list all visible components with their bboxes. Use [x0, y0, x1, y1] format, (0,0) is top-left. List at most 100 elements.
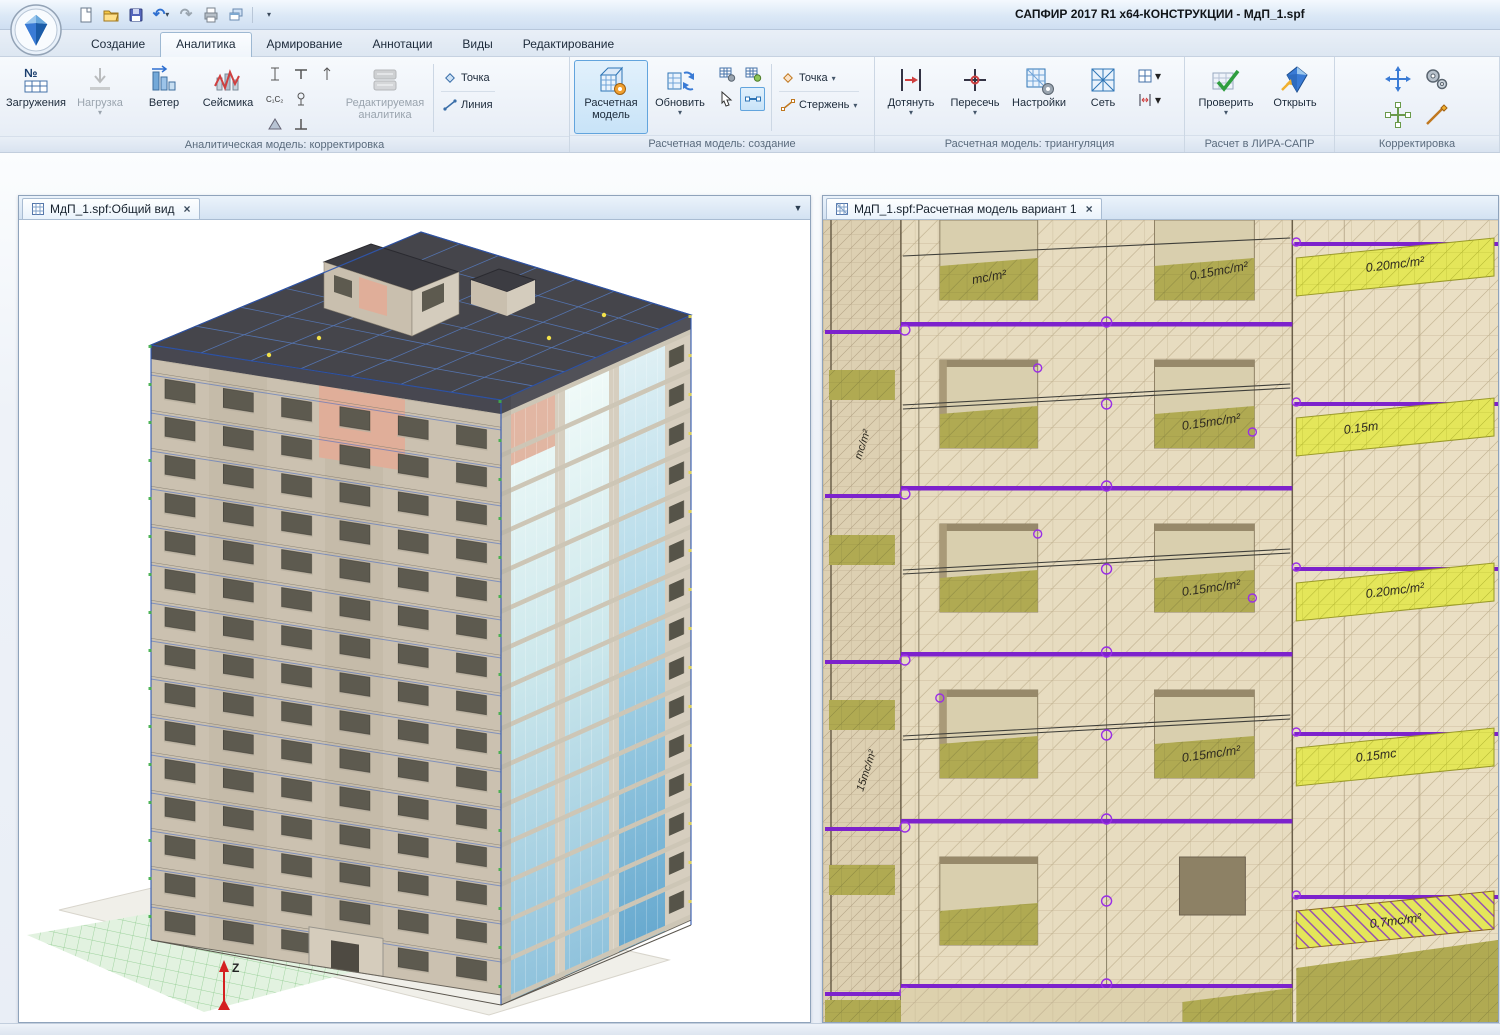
title-bar: ↶▾ ↷ ▾ САПФИР 2017 R1 x64-КОНСТРУКЦИИ - …: [0, 0, 1500, 30]
mesh-viewport[interactable]: 0.15mc/m² 0.20mc/m² 0.15mc/m² 0.15m 0.15…: [823, 220, 1498, 1022]
undo-button[interactable]: ↶▾: [149, 3, 173, 27]
move-mesh-button[interactable]: [1382, 100, 1414, 130]
mesh-grid-caret: ▾: [1155, 69, 1161, 83]
doc-close-icon[interactable]: ×: [1086, 202, 1093, 216]
mesh-grid-button[interactable]: ▾: [1137, 68, 1161, 84]
model-table-settings-button[interactable]: [714, 62, 739, 86]
new-document-icon: [77, 6, 95, 24]
status-bar: [0, 1023, 1500, 1035]
print-button[interactable]: [199, 3, 223, 27]
hanger-button[interactable]: [288, 87, 313, 111]
undo-icon: ↶: [153, 8, 166, 22]
app-menu-button[interactable]: [10, 4, 62, 56]
vertical-axis-icon: [319, 66, 335, 82]
qat-customize-button[interactable]: ▾: [257, 3, 281, 27]
stiffness-c1c2-button[interactable]: C₁C₂: [262, 87, 287, 111]
model-point-bar-column: Точка ▾ Стержень ▾: [776, 60, 862, 117]
mesh-grid-icon: [1137, 68, 1153, 84]
windows-icon: [227, 6, 245, 24]
loads-icon: №: [19, 63, 53, 97]
model-pointer-button[interactable]: [714, 87, 739, 111]
intersect-icon: [958, 63, 992, 97]
ribbon-group-calc-model-create: Расчетная модель Обновить ▾: [570, 57, 875, 152]
ribbon-tab-row: Создание Аналитика Армирование Аннотации…: [0, 30, 1500, 57]
tab-reinforcement[interactable]: Армирование: [252, 33, 358, 56]
model-3d-viewport[interactable]: Z: [19, 220, 810, 1022]
c1c2-icon: C₁C₂: [265, 91, 285, 107]
doc-tab-general-view[interactable]: МдП_1.spf:Общий вид ×: [22, 198, 200, 219]
open-lira-button[interactable]: Открыть: [1263, 60, 1327, 134]
point-icon: [443, 71, 457, 85]
load-button[interactable]: Нагрузка ▾: [68, 60, 132, 134]
model-point-caret: ▾: [832, 74, 836, 83]
tab-annotations[interactable]: Аннотации: [357, 33, 447, 56]
save-button[interactable]: [124, 3, 148, 27]
window-layout-button[interactable]: [224, 3, 248, 27]
calc-model-button[interactable]: Расчетная модель: [574, 60, 648, 134]
model-bar-tool-button[interactable]: [740, 87, 765, 111]
model-point-button[interactable]: Точка ▾: [776, 66, 862, 90]
mesh-spacing-button[interactable]: ▾: [1137, 92, 1161, 108]
quick-access-toolbar: ↶▾ ↷ ▾: [74, 3, 281, 27]
doc-window-calc-model: МдП_1.spf:Расчетная модель вариант 1 ×: [822, 195, 1499, 1023]
cursor-icon: [718, 90, 736, 108]
check-icon: [1209, 63, 1243, 97]
check-button[interactable]: Проверить ▾: [1189, 60, 1263, 134]
svg-text:№: №: [24, 66, 37, 80]
editable-analytics-button[interactable]: Редактируемая аналитика: [341, 60, 429, 134]
calc-model-tools-grid: [712, 60, 767, 111]
doc-tab-icon: [835, 202, 849, 216]
seismic-button[interactable]: Сейсмика: [196, 60, 260, 134]
group1-label: Аналитическая модель: корректировка: [0, 136, 569, 152]
net-button[interactable]: Сеть: [1071, 60, 1135, 134]
analytic-point-label: Точка: [461, 72, 490, 84]
wind-button[interactable]: Ветер: [132, 60, 196, 134]
vertical-axis-button[interactable]: [314, 62, 339, 86]
group2-label: Расчетная модель: создание: [570, 135, 874, 152]
redo-button[interactable]: ↷: [174, 3, 198, 27]
net-icon: [1086, 63, 1120, 97]
right-facade: [501, 315, 691, 1005]
seismic-icon: [211, 63, 245, 97]
load-caret: ▾: [98, 109, 102, 117]
doc-tab-calc-model[interactable]: МдП_1.spf:Расчетная модель вариант 1 ×: [826, 198, 1102, 219]
tab-create[interactable]: Создание: [76, 33, 160, 56]
tab-editing[interactable]: Редактирование: [508, 33, 629, 56]
edit-element-button[interactable]: [1420, 100, 1452, 130]
extend-icon: [894, 63, 928, 97]
open-lira-label: Открыть: [1273, 97, 1316, 109]
analytic-line-button[interactable]: Линия: [438, 93, 498, 117]
doc-close-icon[interactable]: ×: [184, 202, 191, 216]
support-t-button[interactable]: [288, 62, 313, 86]
triangulation-settings-button[interactable]: Настройки: [1007, 60, 1071, 134]
extend-button[interactable]: Дотянуть ▾: [879, 60, 943, 134]
calc-model-label: Расчетная модель: [575, 97, 647, 121]
dimension-line-button[interactable]: [262, 62, 287, 86]
model-bar-icon: [781, 98, 795, 112]
tab-analytics[interactable]: Аналитика: [160, 32, 251, 57]
doc-tab-label: МдП_1.spf:Расчетная модель вариант 1: [854, 202, 1077, 216]
move-nodes-button[interactable]: [1382, 64, 1414, 94]
model-point-icon: [781, 71, 795, 85]
doc-list-dropdown-button[interactable]: ▼: [789, 200, 807, 216]
analytic-point-button[interactable]: Точка: [438, 66, 498, 90]
model-bar-button[interactable]: Стержень ▾: [776, 93, 862, 117]
hatch-triangle-icon: [267, 116, 283, 132]
new-document-button[interactable]: [74, 3, 98, 27]
doc-tab-icon: [31, 202, 45, 216]
net-label: Сеть: [1091, 97, 1115, 109]
line-icon: [443, 98, 457, 112]
load-icon: [83, 63, 117, 97]
tab-views[interactable]: Виды: [447, 33, 507, 56]
update-model-button[interactable]: Обновить ▾: [648, 60, 712, 134]
loads-button[interactable]: № Загружения: [4, 60, 68, 134]
intersect-button[interactable]: Пересечь ▾: [943, 60, 1007, 134]
open-button[interactable]: [99, 3, 123, 27]
model-table-gear2-button[interactable]: [740, 62, 765, 86]
regenerate-button[interactable]: [1420, 64, 1452, 94]
perpendicular-button[interactable]: [288, 112, 313, 136]
bar-tool-icon: [744, 90, 762, 108]
triangulation-settings-icon: [1022, 63, 1056, 97]
redo-icon: ↷: [180, 8, 193, 22]
hatch-triangle-button[interactable]: [262, 112, 287, 136]
